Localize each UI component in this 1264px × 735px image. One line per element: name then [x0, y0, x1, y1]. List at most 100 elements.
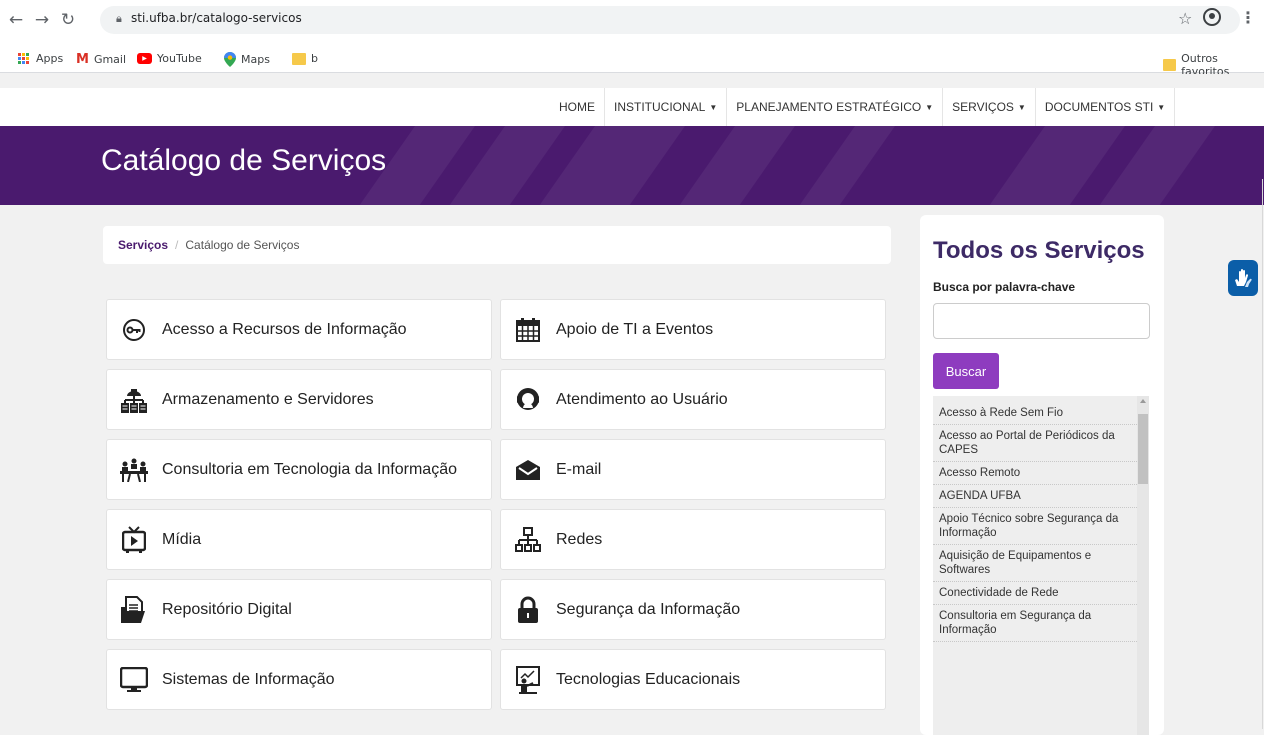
nav-label: SERVIÇOS — [952, 100, 1014, 114]
reload-icon[interactable]: ↻ — [58, 10, 78, 30]
bookmark-label: b — [311, 52, 318, 65]
main-navigation: HOME INSTITUCIONAL ▼ PLANEJAMENTO ESTRATÉ… — [0, 88, 1264, 126]
breadcrumb: Serviços / Catálogo de Serviços — [103, 226, 891, 264]
calendar-icon — [514, 316, 542, 344]
bookmark-gmail[interactable]: M Gmail — [76, 52, 126, 67]
service-label: Segurança da Informação — [556, 600, 741, 618]
scroll-up-arrow-icon[interactable] — [1140, 399, 1146, 403]
sidebar-title: Todos os Serviços — [933, 237, 1145, 264]
top-strip — [0, 74, 1264, 88]
nav-institucional[interactable]: INSTITUCIONAL ▼ — [604, 88, 726, 126]
service-label: Acesso a Recursos de Informação — [162, 320, 407, 338]
url-text[interactable]: sti.ufba.br/catalogo-servicos — [131, 11, 302, 25]
monitor-icon — [120, 666, 148, 694]
bookmark-star-icon[interactable]: ☆ — [1178, 9, 1192, 28]
folder-documents-icon — [120, 595, 148, 624]
network-icon — [514, 526, 542, 554]
bookmark-label: Apps — [36, 52, 64, 65]
bookmarks-bar: Apps M Gmail ▶ YouTube Maps b Outros fav… — [0, 47, 1264, 78]
list-item[interactable]: Aquisição de Equipamentos e Softwares — [933, 545, 1149, 582]
caret-down-icon: ▼ — [709, 102, 718, 112]
youtube-icon: ▶ — [137, 53, 152, 64]
maps-pin-icon — [224, 52, 236, 67]
service-card-atendimento[interactable]: Atendimento ao Usuário — [500, 369, 886, 430]
nav-label: HOME — [559, 100, 595, 114]
service-card-tecnologias-educacionais[interactable]: Tecnologias Educacionais — [500, 649, 886, 710]
service-label: Repositório Digital — [162, 600, 292, 618]
back-icon[interactable]: ← — [6, 10, 26, 30]
breadcrumb-link-servicos[interactable]: Serviços — [118, 238, 168, 252]
headset-user-icon — [514, 386, 542, 414]
tv-play-icon — [120, 525, 148, 554]
list-item[interactable]: Acesso à Rede Sem Fio — [933, 396, 1149, 425]
list-item[interactable]: Consultoria em Segurança da Informação — [933, 605, 1149, 642]
nav-planejamento[interactable]: PLANEJAMENTO ESTRATÉGICO ▼ — [726, 88, 942, 126]
service-label: Consultoria em Tecnologia da Informação — [162, 460, 457, 478]
service-card-midia[interactable]: Mídia — [106, 509, 492, 570]
bookmark-apps[interactable]: Apps — [18, 52, 63, 65]
folder-icon — [292, 52, 306, 65]
page-edge-divider — [1262, 179, 1263, 729]
list-item[interactable]: AGENDA UFBA — [933, 485, 1149, 508]
lock-icon — [514, 596, 542, 624]
nav-documentos[interactable]: DOCUMENTOS STI ▼ — [1034, 88, 1176, 126]
keyword-search-input[interactable] — [933, 303, 1150, 339]
gmail-icon: M — [76, 52, 89, 67]
forward-icon[interactable]: → — [32, 10, 52, 30]
service-card-repositorio[interactable]: Repositório Digital — [106, 579, 492, 640]
apps-grid-icon — [18, 53, 31, 64]
service-label: Apoio de TI a Eventos — [556, 320, 714, 338]
search-label: Busca por palavra-chave — [933, 280, 1076, 294]
vlibras-hands-icon[interactable] — [1228, 260, 1258, 296]
service-card-redes[interactable]: Redes — [500, 509, 886, 570]
service-card-armazenamento[interactable]: Armazenamento e Servidores — [106, 369, 492, 430]
server-network-icon — [120, 386, 148, 414]
page-title: Catálogo de Serviços — [101, 144, 387, 177]
bookmark-label: YouTube — [157, 52, 202, 65]
menu-kebab-icon[interactable]: ⋮ — [1240, 8, 1256, 27]
service-card-sistemas[interactable]: Sistemas de Informação — [106, 649, 492, 710]
service-label: Tecnologias Educacionais — [556, 670, 741, 688]
list-item[interactable]: Conectividade de Rede — [933, 582, 1149, 605]
folder-icon — [1163, 59, 1177, 71]
search-button[interactable]: Buscar — [933, 353, 999, 389]
service-card-email[interactable]: E-mail — [500, 439, 886, 500]
profile-icon[interactable] — [1203, 8, 1221, 26]
list-item[interactable]: Acesso ao Portal de Periódicos da CAPES — [933, 425, 1149, 462]
bookmark-label: Maps — [241, 53, 270, 66]
service-card-seguranca[interactable]: Segurança da Informação — [500, 579, 886, 640]
nav-home[interactable]: HOME — [550, 88, 604, 126]
page-content: HOME INSTITUCIONAL ▼ PLANEJAMENTO ESTRATÉ… — [0, 74, 1264, 735]
service-card-acesso[interactable]: Acesso a Recursos de Informação — [106, 299, 492, 360]
lock-icon[interactable]: 🔒︎ — [116, 12, 122, 26]
service-label: Sistemas de Informação — [162, 670, 335, 688]
caret-down-icon: ▼ — [925, 102, 934, 112]
bookmark-folder-b[interactable]: b — [292, 52, 318, 65]
nav-label: PLANEJAMENTO ESTRATÉGICO — [736, 100, 922, 114]
bookmark-label: Gmail — [93, 53, 127, 66]
caret-down-icon: ▼ — [1157, 102, 1166, 112]
service-card-consultoria[interactable]: Consultoria em Tecnologia da Informação — [106, 439, 492, 500]
breadcrumb-separator: / — [175, 238, 179, 252]
list-item[interactable]: Acesso Remoto — [933, 462, 1149, 485]
list-item[interactable]: Apoio Técnico sobre Segurança da Informa… — [933, 508, 1149, 545]
service-card-apoio-eventos[interactable]: Apoio de TI a Eventos — [500, 299, 886, 360]
service-label: Armazenamento e Servidores — [162, 390, 374, 408]
service-label: Mídia — [162, 530, 202, 548]
list-scrollbar[interactable] — [1137, 396, 1149, 735]
envelope-icon — [514, 456, 542, 484]
key-icon — [120, 316, 148, 344]
bookmark-maps[interactable]: Maps — [224, 52, 270, 67]
teacher-board-icon — [514, 665, 542, 694]
nav-label: INSTITUCIONAL — [614, 100, 706, 114]
all-services-sidebar: Todos os Serviços Busca por palavra-chav… — [920, 215, 1164, 735]
bookmark-youtube[interactable]: ▶ YouTube — [137, 52, 202, 65]
nav-servicos[interactable]: SERVIÇOS ▼ — [942, 88, 1035, 126]
page-banner: Catálogo de Serviços — [0, 126, 1264, 205]
breadcrumb-current: Catálogo de Serviços — [185, 238, 300, 252]
service-label: E-mail — [556, 460, 602, 478]
service-label: Redes — [556, 530, 603, 548]
scroll-thumb[interactable] — [1138, 414, 1148, 484]
services-list: Acesso à Rede Sem Fio Acesso ao Portal d… — [933, 396, 1149, 735]
meeting-icon — [120, 456, 148, 484]
